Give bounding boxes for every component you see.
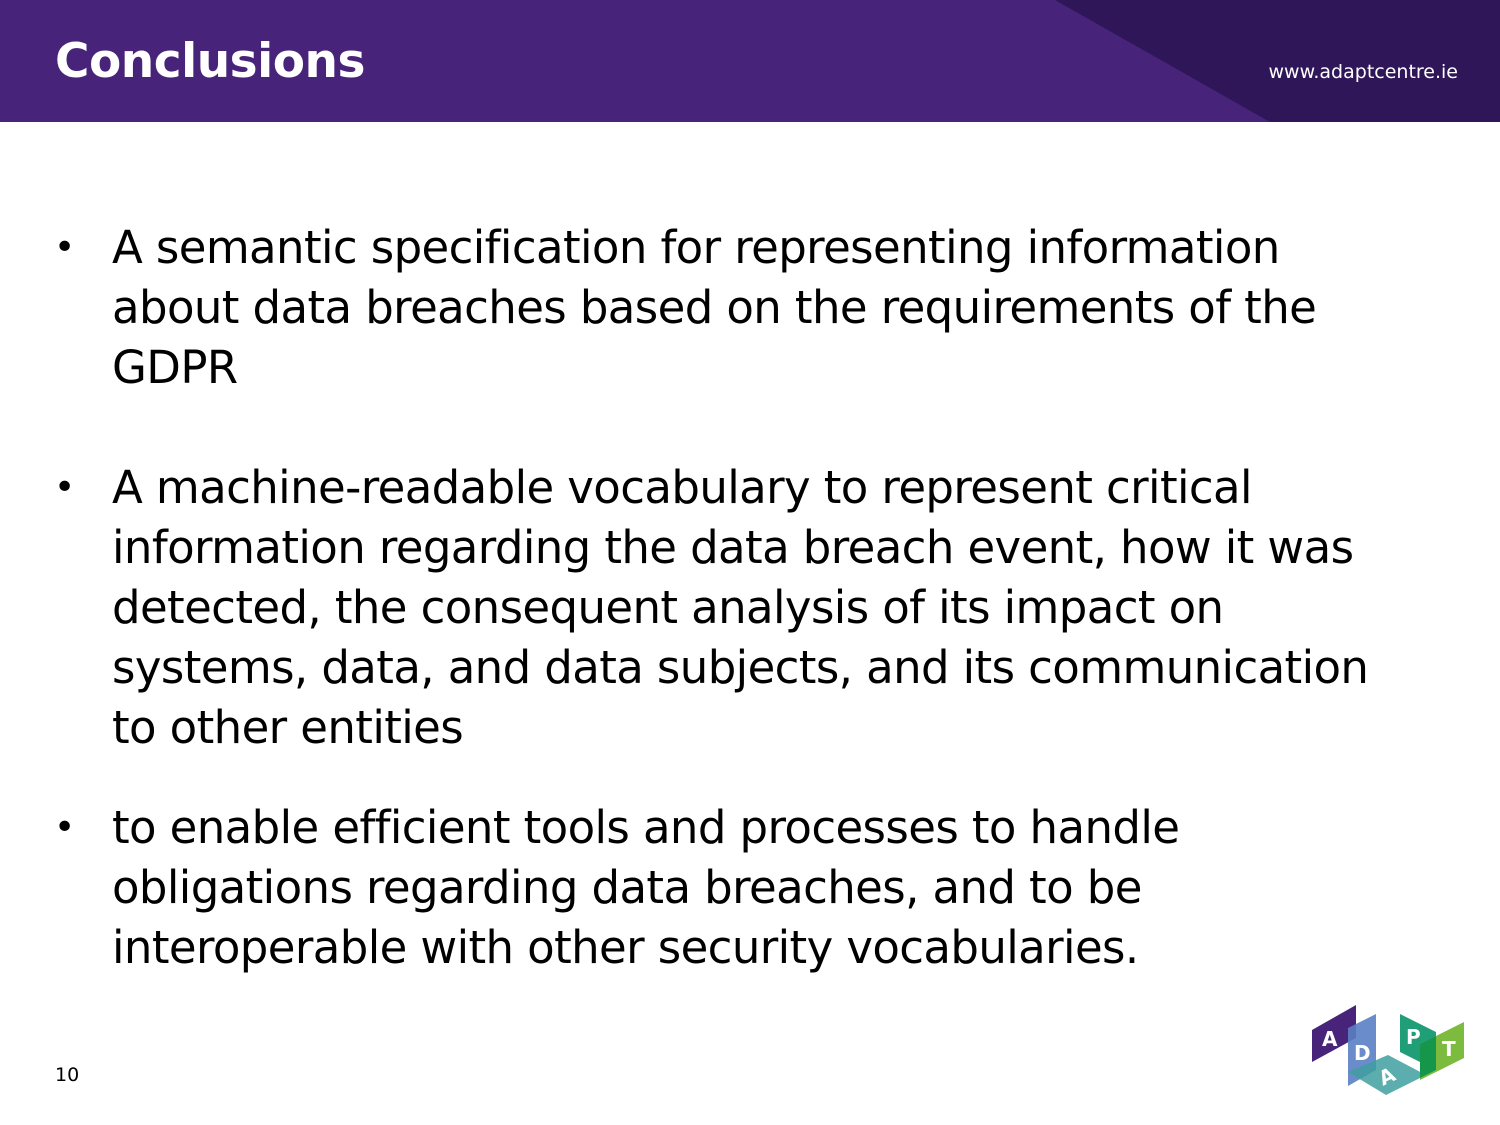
bullet-icon: •: [54, 467, 75, 508]
bullet-icon: •: [54, 807, 75, 848]
slide-title: Conclusions: [55, 34, 365, 89]
bullet-icon: •: [54, 227, 75, 268]
website-url: www.adaptcentre.ie: [1268, 61, 1459, 83]
svg-text:A: A: [1322, 1027, 1338, 1051]
header-bar: Conclusions www.adaptcentre.ie: [0, 0, 1500, 122]
bullet-text: A semantic specification for representin…: [112, 221, 1317, 394]
bullet-text: A machine-readable vocabulary to represe…: [112, 461, 1369, 754]
svg-text:T: T: [1442, 1037, 1456, 1061]
bullet-item: • A semantic specification for representi…: [54, 218, 1384, 398]
bullet-text: to enable efficient tools and processes …: [112, 801, 1180, 974]
bullet-item: • to enable efficient tools and processes…: [54, 798, 1384, 978]
svg-text:P: P: [1406, 1025, 1421, 1049]
svg-text:D: D: [1354, 1041, 1371, 1065]
bullet-item: • A machine-readable vocabulary to repres…: [54, 458, 1384, 758]
page-number: 10: [55, 1064, 80, 1086]
bullet-list: • A semantic specification for representi…: [54, 218, 1384, 978]
adapt-logo: A D P T A: [1312, 1005, 1464, 1095]
